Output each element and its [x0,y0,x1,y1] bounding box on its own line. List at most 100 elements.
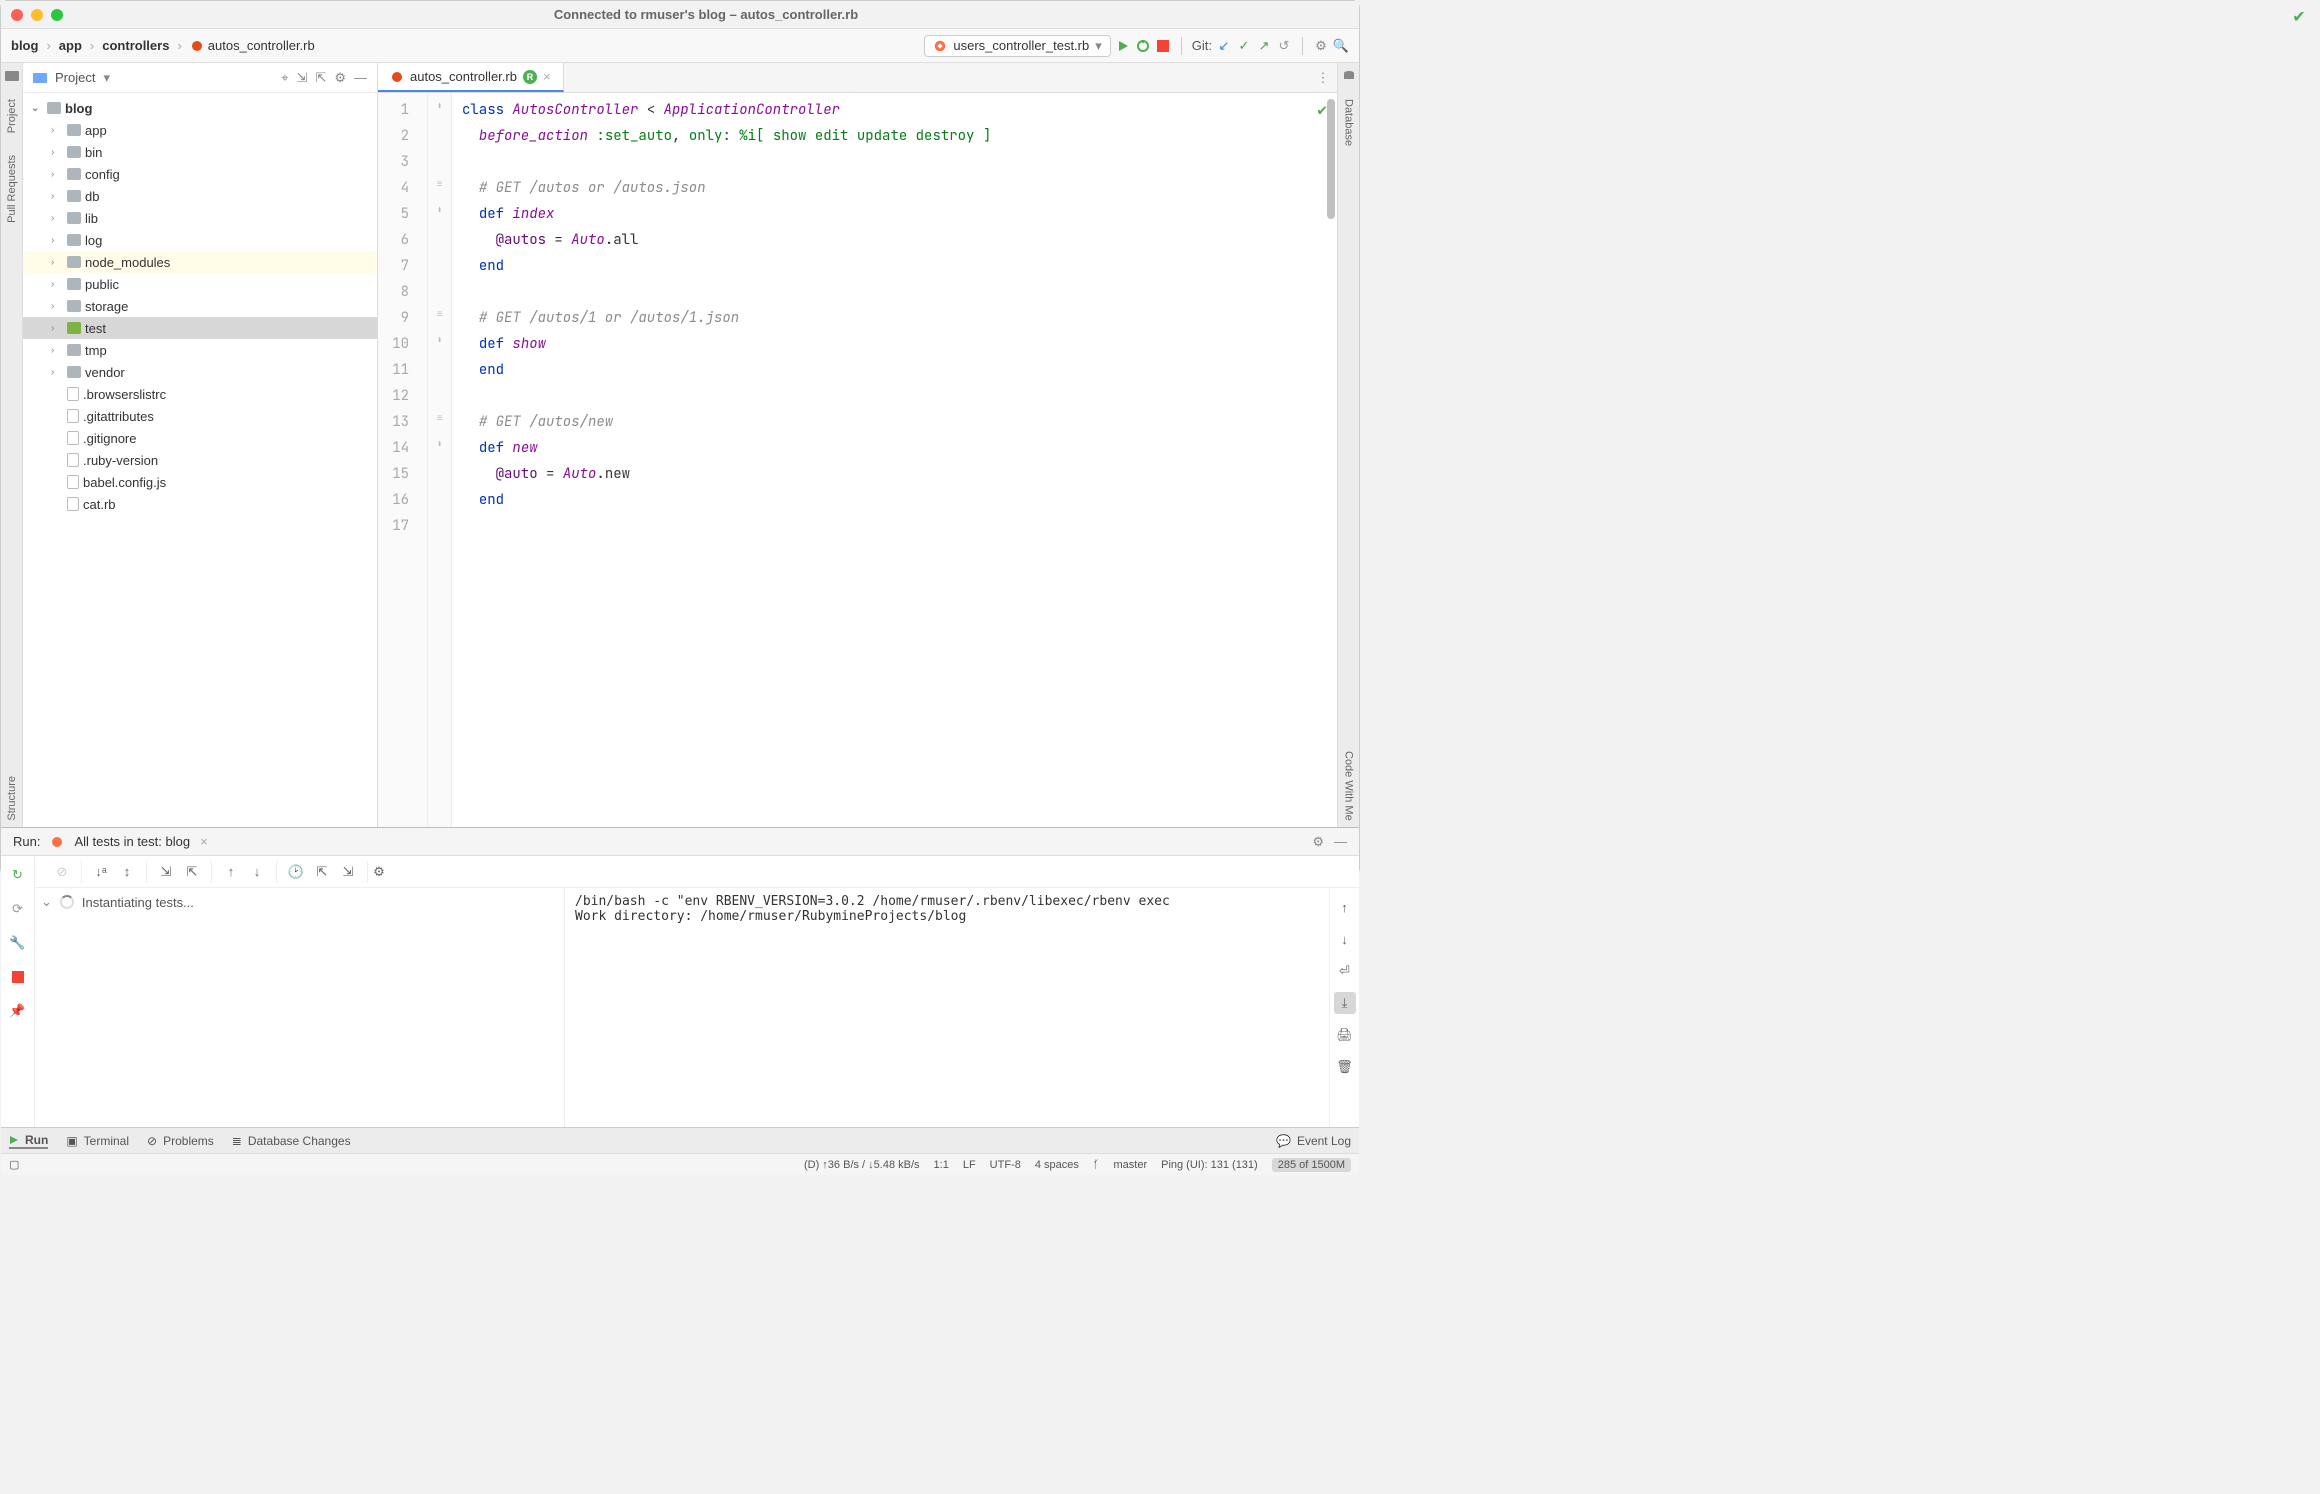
tree-folder[interactable]: ›public [23,273,377,295]
tree-folder[interactable]: ›lib [23,207,377,229]
next-failed-button[interactable]: ↓ [246,861,268,883]
structure-tool-tab[interactable]: Structure [4,770,20,827]
terminal-tab[interactable]: ▣Terminal [66,1134,129,1148]
clear-button[interactable]: 🗑 [1334,1056,1356,1078]
pull-requests-tool-tab[interactable]: Pull Requests [4,149,20,229]
stop-button[interactable] [7,966,29,988]
project-tree[interactable]: ⌄blog›app›bin›config›db›lib›log›node_mod… [23,93,377,827]
tree-arrow-icon[interactable]: › [51,367,63,378]
tree-folder[interactable]: ›db [23,185,377,207]
status-memory[interactable]: 285 of 1500M [1272,1158,1351,1172]
test-console[interactable]: /bin/bash -c "env RBENV_VERSION=3.0.2 /h… [565,888,1329,1127]
tree-file[interactable]: .gitignore [23,427,377,449]
settings-icon[interactable]: ⚙ [1313,38,1329,54]
tree-file[interactable]: cat.rb [23,493,377,515]
select-opened-icon[interactable]: ⌖ [281,70,288,86]
inspection-ok-icon[interactable]: ✔ [1317,99,1327,120]
tree-file[interactable]: .gitattributes [23,405,377,427]
git-commit-icon[interactable]: ✓ [1236,38,1252,54]
run-tab[interactable]: Run [9,1133,48,1149]
tree-arrow-icon[interactable]: › [51,301,63,312]
rerun-button[interactable]: ↻ [7,864,29,886]
maximize-button[interactable] [51,9,63,21]
tree-file[interactable]: .ruby-version [23,449,377,471]
expand-all-button[interactable]: ⇲ [155,861,177,883]
project-tool-tab[interactable]: Project [4,93,20,139]
tree-file[interactable]: .browserslistrc [23,383,377,405]
sort-duration-button[interactable]: ↕ [116,861,138,883]
git-history-icon[interactable]: ↺ [1276,38,1292,54]
database-changes-tab[interactable]: ≣Database Changes [232,1134,351,1148]
tree-folder[interactable]: ›log [23,229,377,251]
breadcrumb-item[interactable]: controllers [102,38,169,53]
expand-all-icon[interactable]: ⇲ [297,70,308,86]
git-push-icon[interactable]: ↗ [1256,38,1272,54]
prev-failed-button[interactable]: ↑ [220,861,242,883]
test-history-button[interactable]: 🕑 [285,861,307,883]
hide-icon[interactable]: — [1334,834,1347,849]
tree-arrow-icon[interactable]: › [51,235,63,246]
test-tree-row[interactable]: ⌄ Instantiating tests... [41,894,558,910]
search-icon[interactable]: 🔍 [1333,38,1349,54]
sort-button[interactable]: ↓ᵃ [90,861,112,883]
codewithme-tool-tab[interactable]: Code With Me [1341,745,1357,827]
project-tool-icon[interactable] [5,69,19,83]
toggle-auto-test-button[interactable]: 🔧 [7,932,29,954]
test-tree[interactable]: ⌄ Instantiating tests... [35,888,565,1127]
scroll-up-button[interactable]: ↑ [1334,896,1356,918]
run-panel-title[interactable]: All tests in test: blog [74,834,190,849]
code-area[interactable]: 1234567891011121314151617 ⬍≡⬍≡⬍≡⬍ class … [378,93,1337,827]
tree-arrow-icon[interactable]: ⌄ [31,103,43,114]
tree-arrow-icon[interactable]: › [51,147,63,158]
tree-folder[interactable]: ⌄blog [23,97,377,119]
breadcrumb-item[interactable]: autos_controller.rb [208,38,315,53]
status-network[interactable]: (D) ↑36 B/s / ↓5.48 kB/s [804,1159,920,1171]
export-tests-button[interactable]: ⇲ [337,861,359,883]
tree-folder[interactable]: ›config [23,163,377,185]
tree-arrow-icon[interactable]: › [51,191,63,202]
scrollbar[interactable] [1327,99,1335,219]
run-settings-icon[interactable]: ⚙ [1312,834,1324,850]
code-content[interactable]: class AutosController < ApplicationContr… [452,93,1337,827]
tree-arrow-icon[interactable]: › [51,345,63,356]
tree-folder[interactable]: ›storage [23,295,377,317]
run-configuration-selector[interactable]: users_controller_test.rb ▾ [924,35,1110,57]
tree-folder[interactable]: ›app [23,119,377,141]
line-number-gutter[interactable]: 1234567891011121314151617 [378,93,428,827]
gutter-marks[interactable]: ⬍≡⬍≡⬍≡⬍ [428,93,452,827]
status-caret-pos[interactable]: 1:1 [934,1159,949,1171]
tree-arrow-icon[interactable]: › [51,279,63,290]
tree-folder[interactable]: ›vendor [23,361,377,383]
close-button[interactable] [11,9,23,21]
database-tool-tab[interactable]: Database [1341,93,1357,152]
test-settings-button[interactable]: ⚙ [368,861,390,883]
show-ignored-button[interactable]: ⊘ [51,861,73,883]
status-encoding[interactable]: UTF-8 [990,1159,1021,1171]
status-indent[interactable]: 4 spaces [1035,1159,1079,1171]
tree-file[interactable]: babel.config.js [23,471,377,493]
settings-icon[interactable]: ⚙ [334,70,346,86]
scroll-down-button[interactable]: ↓ [1334,928,1356,950]
tree-arrow-icon[interactable]: › [51,125,63,136]
git-update-icon[interactable]: ↙ [1216,38,1232,54]
tree-folder[interactable]: ›test [23,317,377,339]
breadcrumb-item[interactable]: app [59,38,82,53]
tree-arrow-icon[interactable]: › [51,257,63,268]
tree-folder[interactable]: ›node_modules [23,251,377,273]
tree-arrow-icon[interactable]: › [51,323,63,334]
print-button[interactable]: 🖨 [1334,1024,1356,1046]
tree-arrow-icon[interactable]: › [51,213,63,224]
tree-arrow-icon[interactable]: › [51,169,63,180]
debug-button[interactable] [1135,38,1151,54]
import-tests-button[interactable]: ⇱ [311,861,333,883]
project-header-label[interactable]: Project [55,70,95,85]
soft-wrap-button[interactable]: ⏎ [1334,960,1356,982]
scroll-to-end-button[interactable]: ⤓ [1334,992,1356,1014]
dropdown-icon[interactable]: ▾ [103,70,110,86]
problems-tab[interactable]: ⊘Problems [147,1134,214,1148]
breadcrumb-item[interactable]: blog [11,38,38,53]
status-ping[interactable]: Ping (UI): 131 (131) [1161,1159,1258,1171]
run-button[interactable] [1115,38,1131,54]
hide-icon[interactable]: — [354,70,367,86]
event-log-tab[interactable]: 💬Event Log [1276,1134,1351,1148]
